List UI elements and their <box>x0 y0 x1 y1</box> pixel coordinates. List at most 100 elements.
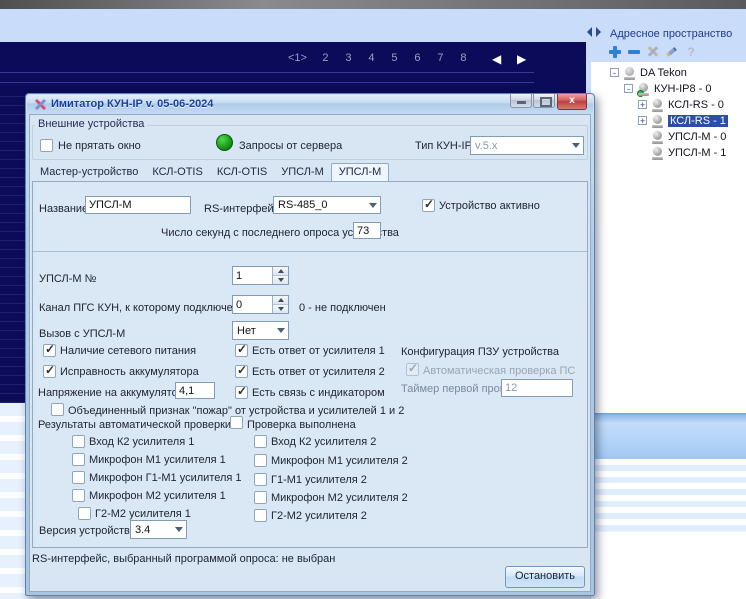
tab-master-device[interactable]: Мастер-устройство <box>33 164 145 181</box>
page-7[interactable]: 7 <box>436 52 445 64</box>
mic-m1-amp2-label: Микрофон М1 усилителя 2 <box>271 455 408 467</box>
expand-panel-icon[interactable] <box>596 27 601 37</box>
device-active-checkbox[interactable] <box>422 199 435 212</box>
tab-ksl-otis-2[interactable]: КСЛ-OTIS <box>210 164 274 181</box>
page-1[interactable]: <1> <box>288 52 307 64</box>
spinner-up-icon[interactable] <box>273 267 288 275</box>
voltage-label: Напряжение на аккумуляторе <box>38 387 190 399</box>
mains-power-label: Наличие сетевого питания <box>60 345 196 357</box>
page-3[interactable]: 3 <box>344 52 353 64</box>
mic-m2-amp2-checkbox[interactable] <box>254 491 267 504</box>
g2m2-amp1-checkbox[interactable] <box>78 507 91 520</box>
prev-page-icon[interactable]: ◀ <box>492 53 501 65</box>
k2-input-amp1-checkbox[interactable] <box>72 435 85 448</box>
mic-m2-amp1-checkbox[interactable] <box>72 489 85 502</box>
collapse-panel-icon[interactable] <box>587 27 592 37</box>
page-5[interactable]: 5 <box>390 52 399 64</box>
k2-input-amp2-checkbox[interactable] <box>254 435 267 448</box>
g1m1-amp2-checkbox[interactable] <box>254 473 267 486</box>
k2-input-amp2-label: Вход К2 усилителя 2 <box>271 436 376 448</box>
device-active-label: Устройство активно <box>439 200 540 212</box>
g2m2-amp2-label: Г2-М2 усилителя 2 <box>271 510 367 522</box>
mic-m1-amp1-checkbox[interactable] <box>72 453 85 466</box>
chevron-down-icon <box>172 521 186 538</box>
auto-check-label: Автоматическая проверка ПС <box>423 365 575 377</box>
tree-item-ksl-rs-0[interactable]: + КСЛ-RS - 0 <box>608 98 746 113</box>
server-requests-indicator <box>216 134 233 151</box>
hide-window-label: Не прятать окно <box>58 140 141 152</box>
voltage-input[interactable] <box>175 382 215 399</box>
tree-item-kun-ip8[interactable]: - КУН-IP8 - 0 <box>608 82 746 97</box>
battery-ok-checkbox[interactable] <box>43 365 56 378</box>
g2m2-amp2-checkbox[interactable] <box>254 509 267 522</box>
mic-m1-amp2-checkbox[interactable] <box>254 454 267 467</box>
tab-ksl-otis-1[interactable]: КСЛ-OTIS <box>145 164 209 181</box>
name-input[interactable] <box>85 196 191 214</box>
mic-m2-amp2-label: Микрофон М2 усилителя 2 <box>271 492 408 504</box>
amp1-answer-label: Есть ответ от усилителя 1 <box>252 345 385 357</box>
close-button[interactable]: x <box>557 94 587 110</box>
edit-pencil-icon[interactable] <box>665 45 679 59</box>
mic-m2-amp1-label: Микрофон М2 усилителя 1 <box>89 490 226 502</box>
amp1-answer-checkbox[interactable] <box>235 344 248 357</box>
help-icon[interactable]: ? <box>684 45 698 59</box>
page-6[interactable]: 6 <box>413 52 422 64</box>
mains-power-checkbox[interactable] <box>43 344 56 357</box>
indicator-link-checkbox[interactable] <box>235 386 248 399</box>
tree-item-upsl-m-1[interactable]: УПСЛ-М - 1 <box>608 146 746 161</box>
indicator-link-label: Есть связь с индикатором <box>252 387 385 399</box>
stop-button[interactable]: Остановить <box>505 566 585 588</box>
first-check-timer-input[interactable] <box>501 379 573 397</box>
fire-flag-checkbox[interactable] <box>51 403 64 416</box>
rs-interface-dropdown[interactable]: RS-485_0 <box>273 196 381 214</box>
battery-ok-label: Исправность аккумулятора <box>60 366 199 378</box>
page-4[interactable]: 4 <box>367 52 376 64</box>
seconds-input[interactable] <box>353 222 381 239</box>
page-2[interactable]: 2 <box>321 52 330 64</box>
next-page-icon[interactable]: ▶ <box>517 53 526 65</box>
tab-upsl-m-2-active[interactable]: УПСЛ-М <box>331 163 390 182</box>
kun-type-dropdown[interactable]: v.5.x <box>470 136 584 155</box>
spinner-down-icon[interactable] <box>273 304 288 313</box>
tree-item-upsl-m-0[interactable]: УПСЛ-М - 0 <box>608 130 746 145</box>
minimize-button[interactable] <box>510 94 532 108</box>
amp2-answer-label: Есть ответ от усилителя 2 <box>252 366 385 378</box>
tab-bar: Мастер-устройство КСЛ-OTIS КСЛ-OTIS УПСЛ… <box>33 163 389 181</box>
mic-g1m1-amp1-label: Микрофон Г1-М1 усилителя 1 <box>89 472 242 484</box>
expand-toggle-icon[interactable]: + <box>638 116 647 125</box>
external-devices-group-label: Внешние устройства <box>35 118 147 130</box>
auto-check-checkbox <box>406 363 419 376</box>
maximize-button[interactable] <box>533 94 555 108</box>
imitator-dialog: Имитатор КУН-IP v. 05-06-2024 x Внешние … <box>25 93 595 596</box>
tree-item-ksl-rs-1[interactable]: + КСЛ-RS - 1 <box>608 114 746 129</box>
device-version-label: Версия устройства <box>39 525 136 537</box>
page-8[interactable]: 8 <box>459 52 468 64</box>
pager: <1> 2 3 4 5 6 7 8 <box>288 52 468 64</box>
g2m2-amp1-label: Г2-М2 усилителя 1 <box>95 508 191 520</box>
hide-window-checkbox[interactable] <box>40 139 53 152</box>
tab-upsl-m-1[interactable]: УПСЛ-М <box>274 164 331 181</box>
device-version-dropdown[interactable]: 3.4 <box>130 520 187 539</box>
amp2-answer-checkbox[interactable] <box>235 365 248 378</box>
call-dropdown[interactable]: Нет <box>232 321 289 340</box>
tools-icon[interactable] <box>646 45 660 59</box>
device-icon <box>623 67 636 80</box>
check-done-checkbox[interactable] <box>230 416 243 429</box>
mic-g1m1-amp1-checkbox[interactable] <box>72 471 85 484</box>
pgs-channel-spinner[interactable]: 0 <box>232 295 289 314</box>
expand-toggle-icon[interactable]: + <box>638 100 647 109</box>
address-panel-toolbar: ? <box>608 44 698 60</box>
remove-device-icon[interactable] <box>627 45 641 59</box>
dialog-titlebar[interactable]: Имитатор КУН-IP v. 05-06-2024 <box>27 95 593 114</box>
tree-item-da-tekon[interactable]: - DA Tekon <box>608 66 746 81</box>
device-icon <box>651 115 664 128</box>
name-label: Название <box>39 203 88 215</box>
collapse-toggle-icon[interactable]: - <box>610 68 619 77</box>
add-device-icon[interactable] <box>608 45 622 59</box>
spinner-down-icon[interactable] <box>273 275 288 284</box>
upsl-number-spinner[interactable]: 1 <box>232 266 289 285</box>
spinner-up-icon[interactable] <box>273 296 288 304</box>
upsl-number-label: УПСЛ-М № <box>39 273 96 285</box>
collapse-toggle-icon[interactable]: - <box>624 84 633 93</box>
dialog-client-area: Внешние устройства Не прятать окно Запро… <box>29 114 591 592</box>
